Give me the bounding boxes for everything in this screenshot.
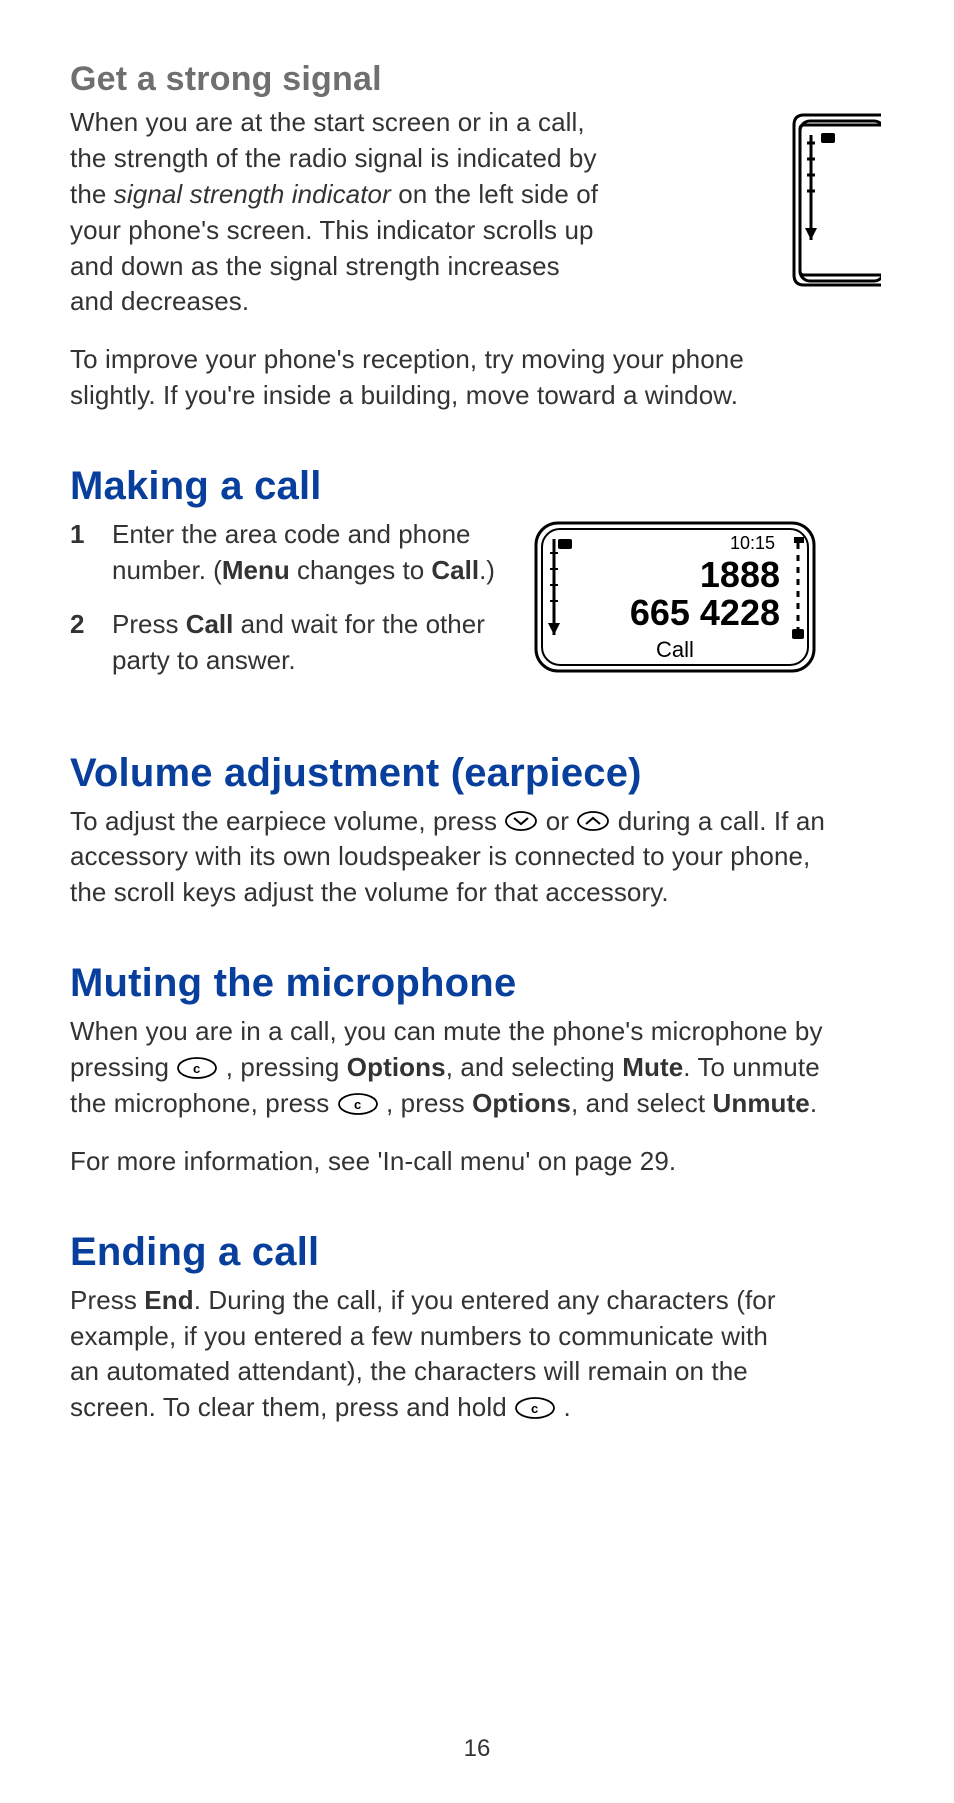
dial-number-2: 665 4228	[630, 592, 780, 633]
unmute-label: Unmute	[712, 1088, 809, 1118]
options-label: Options	[472, 1088, 571, 1118]
call-label: Call	[186, 609, 234, 639]
mute-label: Mute	[622, 1052, 683, 1082]
heading-get-signal: Get a strong signal	[70, 60, 884, 99]
text: , pressing	[226, 1052, 347, 1082]
options-label: Options	[347, 1052, 446, 1082]
text: , press	[386, 1088, 472, 1118]
heading-ending: Ending a call	[70, 1230, 884, 1275]
c-key-icon: c	[176, 1054, 218, 1078]
c-key-icon: c	[337, 1090, 379, 1114]
ending-para: Press End. During the call, if you enter…	[70, 1283, 790, 1427]
c-key-icon: c	[514, 1394, 556, 1418]
text: .	[810, 1088, 817, 1118]
svg-text:c: c	[354, 1097, 361, 1112]
figure-signal-screen	[789, 105, 884, 295]
text: , and selecting	[446, 1052, 623, 1082]
softkey-label: Call	[656, 637, 694, 662]
step-2: 2 Press Call and wait for the other part…	[70, 607, 500, 679]
page-number: 16	[0, 1735, 954, 1763]
volume-para: To adjust the earpiece volume, press or …	[70, 804, 830, 912]
text: .)	[479, 555, 495, 585]
step-number: 1	[70, 517, 84, 553]
call-steps: 1 Enter the area code and phone number. …	[70, 517, 500, 679]
figure-dial-screen: 10:15 1888 665 4228 Call	[530, 517, 820, 677]
muting-para-1: When you are in a call, you can mute the…	[70, 1014, 840, 1122]
text: changes to	[290, 555, 432, 585]
menu-label: Menu	[222, 555, 290, 585]
signal-screen-icon	[789, 105, 884, 295]
dial-number-1: 1888	[700, 554, 780, 595]
end-label: End	[144, 1285, 193, 1315]
scroll-up-key-icon	[576, 806, 610, 828]
heading-making-call: Making a call	[70, 464, 884, 509]
manual-page: Get a strong signal When you are at the …	[0, 0, 954, 1803]
scroll-down-key-icon	[504, 806, 538, 828]
signal-indicator-term: signal strength indicator	[114, 179, 391, 209]
step-number: 2	[70, 607, 84, 643]
text: Press	[70, 1285, 144, 1315]
muting-para-2: For more information, see 'In-call menu'…	[70, 1144, 884, 1180]
signal-para-1: When you are at the start screen or in a…	[70, 105, 610, 320]
heading-muting: Muting the microphone	[70, 961, 884, 1006]
heading-volume: Volume adjustment (earpiece)	[70, 751, 884, 796]
svg-text:c: c	[193, 1061, 200, 1076]
text: To adjust the earpiece volume, press	[70, 806, 504, 836]
signal-row: When you are at the start screen or in a…	[70, 105, 884, 342]
text: or	[546, 806, 577, 836]
screen-time: 10:15	[730, 533, 775, 553]
text: Press	[112, 609, 186, 639]
step-1: 1 Enter the area code and phone number. …	[70, 517, 500, 589]
signal-para-2: To improve your phone's reception, try m…	[70, 342, 770, 414]
text: , and select	[571, 1088, 713, 1118]
call-label: Call	[431, 555, 479, 585]
svg-text:c: c	[531, 1401, 538, 1416]
text: .	[563, 1392, 570, 1422]
dial-screen-icon: 10:15 1888 665 4228 Call	[530, 517, 820, 677]
making-call-row: 1 Enter the area code and phone number. …	[70, 517, 884, 701]
